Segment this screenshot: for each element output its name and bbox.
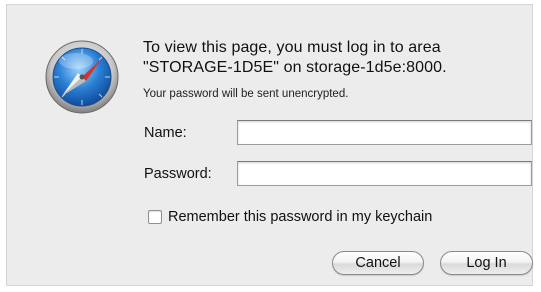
message-title: To view this page, you must log in to ar…: [143, 38, 523, 78]
remember-checkbox[interactable]: [148, 210, 162, 224]
password-label: Password:: [144, 166, 212, 182]
password-field[interactable]: [237, 161, 532, 186]
unencrypted-warning: Your password will be sent unencrypted.: [143, 88, 349, 100]
name-field[interactable]: [237, 120, 532, 145]
cancel-button[interactable]: Cancel: [332, 251, 424, 275]
message-line-2: "STORAGE-1D5E" on storage-1d5e:8000.: [143, 59, 447, 76]
remember-password-option[interactable]: Remember this password in my keychain: [148, 208, 432, 226]
remember-label: Remember this password in my keychain: [168, 209, 433, 225]
log-in-button[interactable]: Log In: [440, 251, 533, 275]
name-label: Name:: [144, 125, 187, 141]
login-dialog: To view this page, you must log in to ar…: [6, 4, 533, 286]
safari-compass-icon: [43, 37, 121, 115]
message-line-1: To view this page, you must log in to ar…: [143, 39, 441, 56]
